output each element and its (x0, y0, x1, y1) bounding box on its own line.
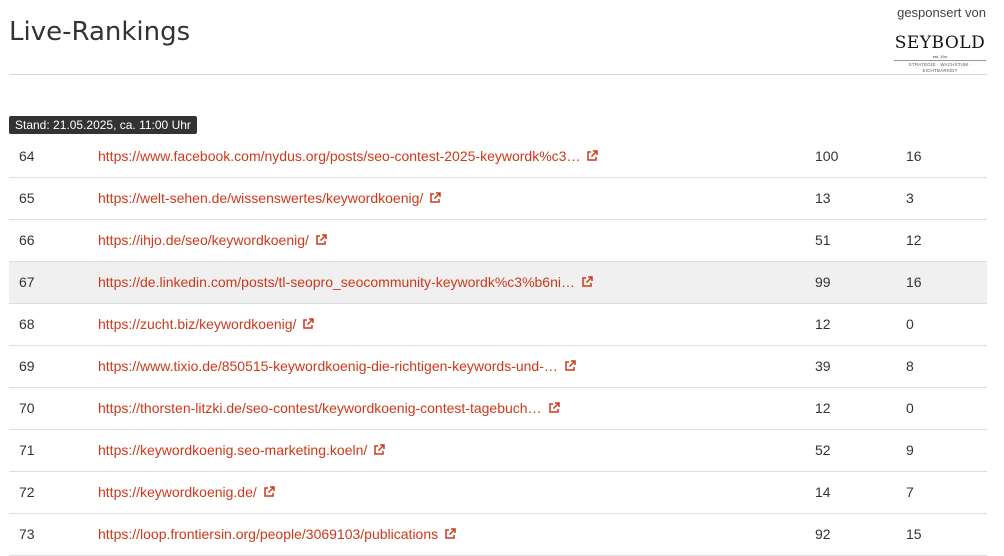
value2-cell: 12 (906, 232, 922, 248)
value1-cell: 100 (815, 148, 839, 164)
table-row: 68 https://zucht.biz/keywordkoenig/ 12 0 (9, 304, 987, 346)
external-link-icon (548, 402, 560, 413)
rank-cell: 71 (19, 442, 35, 458)
url-link[interactable]: https://keywordkoenig.seo-marketing.koel… (98, 430, 385, 471)
table-row: 71 https://keywordkoenig.seo-marketing.k… (9, 430, 987, 472)
external-link-icon (430, 192, 442, 203)
rankings-table: 64 https://www.facebook.com/nydus.org/po… (9, 136, 987, 556)
table-row: 65 https://welt-sehen.de/wissenswertes/k… (9, 178, 987, 220)
external-link-icon (316, 234, 327, 245)
rank-cell: 69 (19, 358, 35, 374)
logo-tagline: STRATEGIE · WACHSTUM · SICHTBARKEIT (894, 60, 986, 74)
external-link-icon (587, 150, 599, 161)
table-row-hovered: 67 https://de.linkedin.com/posts/tl-seop… (9, 262, 987, 304)
logo-wordmark: SEYBOLD (894, 33, 986, 53)
external-link-icon (264, 486, 275, 497)
value1-cell: 12 (815, 400, 831, 416)
value2-cell: 0 (906, 400, 914, 416)
external-link-icon (582, 276, 593, 287)
value1-cell: 52 (815, 442, 831, 458)
url-link[interactable]: https://www.tixio.de/850515-keywordkoeni… (98, 346, 576, 387)
url-link[interactable]: https://keywordkoenig.de/ (98, 472, 275, 513)
rank-cell: 65 (19, 190, 35, 206)
url-link[interactable]: https://www.facebook.com/nydus.org/posts… (98, 136, 599, 177)
rank-cell: 70 (19, 400, 35, 416)
value1-cell: 14 (815, 484, 831, 500)
rank-cell: 68 (19, 316, 35, 332)
value2-cell: 16 (906, 148, 922, 164)
value2-cell: 9 (906, 442, 914, 458)
url-link[interactable]: https://de.linkedin.com/posts/tl-seopro_… (98, 262, 593, 303)
value1-cell: 39 (815, 358, 831, 374)
value1-cell: 12 (815, 316, 831, 332)
value2-cell: 16 (906, 274, 922, 290)
rank-cell: 72 (19, 484, 35, 500)
url-link[interactable]: https://thorsten-litzki.de/seo-contest/k… (98, 388, 560, 429)
table-row: 69 https://www.tixio.de/850515-keywordko… (9, 346, 987, 388)
external-link-icon (445, 528, 456, 539)
value1-cell: 13 (815, 190, 831, 206)
stand-badge: Stand: 21.05.2025, ca. 11:00 Uhr (9, 116, 197, 134)
value1-cell: 51 (815, 232, 831, 248)
value2-cell: 7 (906, 484, 914, 500)
url-link[interactable]: https://zucht.biz/keywordkoenig/ (98, 304, 315, 345)
table-row: 64 https://www.facebook.com/nydus.org/po… (9, 136, 987, 178)
value2-cell: 3 (906, 190, 914, 206)
value2-cell: 8 (906, 358, 914, 374)
table-row: 70 https://thorsten-litzki.de/seo-contes… (9, 388, 987, 430)
url-link[interactable]: https://welt-sehen.de/wissenswertes/keyw… (98, 178, 442, 219)
url-link[interactable]: https://ihjo.de/seo/keywordkoenig/ (98, 220, 327, 261)
sponsor-block: gesponsert von SEYBOLD est. 19•• STRATEG… (894, 5, 986, 74)
table-row: 73 https://loop.frontiersin.org/people/3… (9, 514, 987, 556)
external-link-icon (374, 444, 385, 455)
sponsor-logo[interactable]: SEYBOLD est. 19•• STRATEGIE · WACHSTUM ·… (894, 34, 986, 74)
table-row: 66 https://ihjo.de/seo/keywordkoenig/ 51… (9, 220, 987, 262)
value1-cell: 99 (815, 274, 831, 290)
rank-cell: 67 (19, 274, 35, 290)
external-link-icon (303, 318, 315, 329)
logo-est: est. 19•• (932, 54, 948, 59)
header-divider (9, 74, 987, 75)
external-link-icon (565, 360, 576, 371)
page-title: Live-Rankings (9, 17, 191, 47)
value2-cell: 0 (906, 316, 914, 332)
sponsor-label: gesponsert von (897, 5, 986, 20)
rank-cell: 64 (19, 148, 35, 164)
rank-cell: 66 (19, 232, 35, 248)
table-row: 72 https://keywordkoenig.de/ 14 7 (9, 472, 987, 514)
